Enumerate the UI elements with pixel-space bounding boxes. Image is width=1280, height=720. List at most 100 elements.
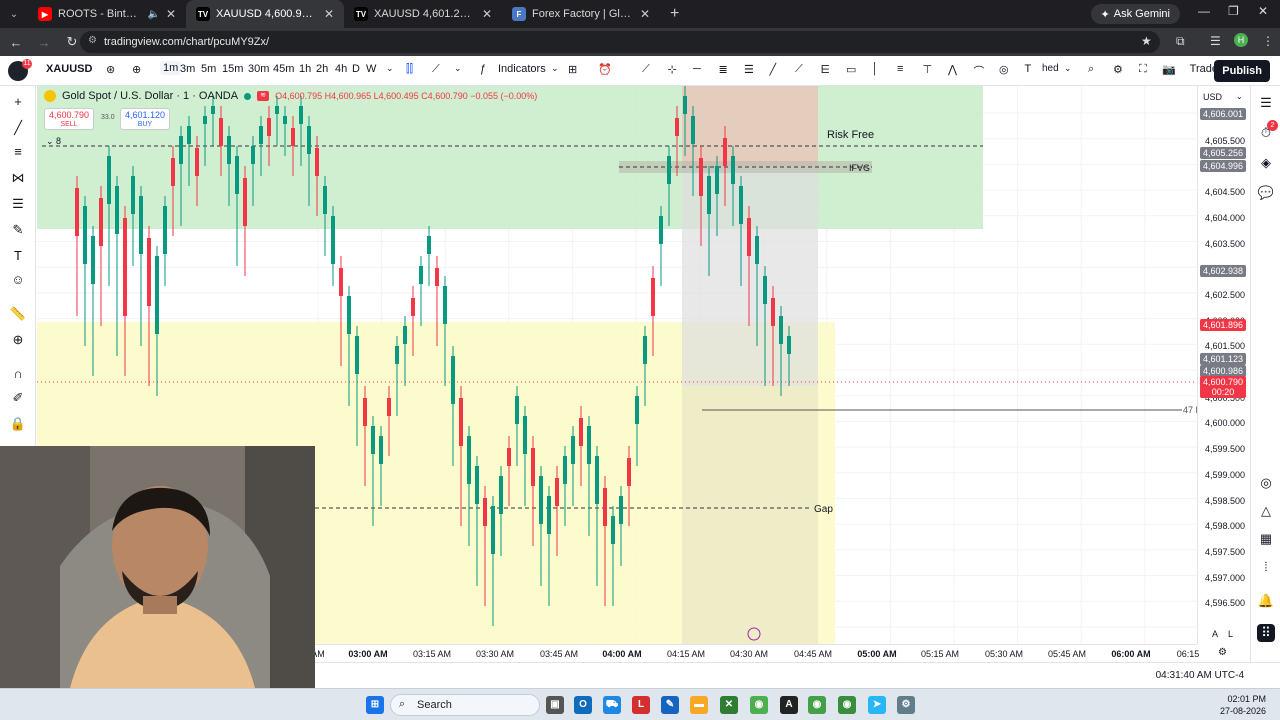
interval-45m[interactable]: 45m [273, 63, 294, 75]
indicators-icon[interactable]: ƒ [480, 63, 486, 75]
chrome-icon[interactable]: ◉ [750, 696, 768, 714]
pen-app-icon[interactable]: ✎ [661, 696, 679, 714]
calendar-icon[interactable]: ▦ [1257, 530, 1275, 548]
task-view-icon[interactable]: ▣ [546, 696, 564, 714]
fullscreen-icon[interactable]: ⛶ [1139, 63, 1147, 76]
snapshot-camera-icon[interactable]: 📷 [1162, 63, 1176, 76]
indicators-dropdown-icon[interactable]: ⌄ [551, 63, 559, 74]
settings-icon[interactable]: ⚙ [897, 696, 915, 714]
settings-gear-icon[interactable]: ⚙ [1113, 63, 1123, 76]
sell-button[interactable]: 4,600.790 SELL [44, 108, 94, 130]
interval-1m[interactable]: 1m [160, 61, 182, 75]
taskbar-search[interactable]: ⌕ Search [390, 694, 540, 716]
cross-line-icon[interactable]: ⊹ [668, 63, 677, 76]
extensions-icon[interactable]: ⧉ [1176, 34, 1185, 49]
windows-start-icon[interactable]: ⊞ [366, 696, 384, 714]
log-scale-button[interactable]: L [1228, 629, 1233, 639]
utc-clock[interactable]: 04:31:40 AM UTC-4 [1156, 670, 1244, 681]
publish-button[interactable]: Publish [1214, 60, 1270, 82]
pencil-lock-icon[interactable]: ✐ [8, 388, 28, 408]
legend-title[interactable]: Gold Spot / U.S. Dollar · 1 · OANDA [62, 90, 238, 102]
broadcast-icon[interactable]: ⦙ [1257, 558, 1275, 576]
layout-grid-icon[interactable]: ⊞ [568, 63, 577, 76]
currency-label[interactable]: USD [1203, 92, 1222, 102]
close-tab-icon[interactable]: ✕ [324, 7, 334, 21]
elliott-wave-icon[interactable]: ⋀ [948, 63, 957, 76]
browser-menu-icon[interactable]: ⋮ [1262, 34, 1274, 48]
browser-tab-tradingview[interactable]: TV XAUUSD 4,601.21 ▲+0.15% U ✕ [344, 0, 502, 28]
close-tab-icon[interactable]: ✕ [482, 7, 492, 21]
apps-grid-icon[interactable]: ⠿ [1257, 624, 1275, 642]
compare-symbol-icon[interactable]: ⊛ [106, 63, 115, 76]
auto-scale-button[interactable]: A [1212, 629, 1218, 639]
fib-retracement-icon[interactable]: ☰ [744, 63, 754, 76]
indicator-collapse-toggle[interactable]: ⌄ 8 [46, 136, 61, 147]
search-icon[interactable]: ⌕ [1088, 63, 1094, 76]
ray-icon[interactable]: ─ [693, 63, 701, 75]
chart-type-dropdown-icon[interactable]: ⌄ [454, 63, 462, 74]
path-icon[interactable]: ⟋ [795, 63, 803, 76]
parallel-channel-icon[interactable]: ≣ [719, 63, 728, 76]
interval-3m[interactable]: 3m [180, 63, 195, 75]
zoom-in-icon[interactable]: ⊕ [8, 330, 28, 350]
trend-line-icon[interactable]: ╱ [8, 118, 28, 138]
ask-gemini-button[interactable]: ✦ Ask Gemini [1090, 4, 1180, 24]
pitchfork-icon[interactable]: ⋿ [821, 63, 831, 76]
new-tab-button[interactable]: + [660, 5, 689, 23]
site-info-icon[interactable]: ⚙ [88, 35, 97, 46]
symbol-search-button[interactable]: XAUUSD [46, 63, 92, 75]
xbox-icon[interactable]: ✕ [720, 696, 738, 714]
interval-2h[interactable]: 2h [316, 63, 328, 75]
close-tab-icon[interactable]: ✕ [640, 7, 650, 21]
pattern-icon[interactable]: ⋈ [8, 168, 28, 188]
interval-4h[interactable]: 4h [335, 63, 347, 75]
profile-avatar[interactable]: H [1234, 33, 1248, 47]
crosshair-icon[interactable]: + [8, 92, 28, 112]
interval-15m[interactable]: 15m [222, 63, 243, 75]
vertical-line-icon[interactable]: │ [872, 63, 879, 75]
horizontal-lines-icon[interactable]: ≡ [8, 142, 28, 162]
minimize-icon[interactable]: — [1198, 4, 1210, 18]
store-icon[interactable]: ⛟ [603, 696, 621, 714]
file-explorer-icon[interactable]: ▬ [690, 696, 708, 714]
ruler-icon[interactable]: 📏 [8, 304, 28, 324]
chrome-alt-icon[interactable]: ◉ [838, 696, 856, 714]
alert-icon[interactable]: ⏰ [598, 63, 612, 76]
circle-icon[interactable]: ◎ [999, 63, 1009, 76]
brush-icon[interactable]: ✎ [8, 220, 28, 240]
layers-icon[interactable]: ◈ [1257, 154, 1275, 172]
browser-tab-forexfactory[interactable]: F Forex Factory | Global markets | ✕ [502, 0, 660, 28]
telegram-icon[interactable]: ➤ [868, 696, 886, 714]
line-chart-type-icon[interactable]: ⟋ [432, 63, 440, 76]
time-axis-settings-icon[interactable]: ⚙ [1218, 647, 1227, 658]
trend-angle-icon[interactable]: ⟋ [642, 63, 650, 76]
toolbar-dropdown-icon[interactable]: ⌄ [1064, 63, 1072, 74]
app-l-icon[interactable]: L [632, 696, 650, 714]
text-icon[interactable]: T [1025, 63, 1032, 75]
bell-icon[interactable]: 🔔 [1257, 592, 1275, 610]
price-axis[interactable]: USD ⌄ 4,606.0004,605.5004,605.0004,604.5… [1197, 86, 1250, 644]
tab-search-icon[interactable]: ⌄ [0, 0, 28, 28]
interval-W[interactable]: W [366, 63, 376, 75]
target-icon[interactable]: ◎ [1257, 474, 1275, 492]
interval-30m[interactable]: 30m [248, 63, 269, 75]
bookmark-star-icon[interactable]: ★ [1141, 34, 1152, 48]
url-field[interactable]: ⚙ tradingview.com/chart/pcuMY9Zx/ [80, 31, 1160, 53]
indicators-button[interactable]: Indicators [498, 63, 546, 75]
line-tool-icon[interactable]: ╱ [770, 63, 777, 76]
maximize-icon[interactable]: ❐ [1228, 4, 1239, 18]
long-position-icon[interactable]: ⊤ [923, 63, 933, 76]
chat-icon[interactable]: 💬 [1257, 184, 1275, 202]
buy-button[interactable]: 4,601.120 BUY [120, 108, 170, 130]
interval-D[interactable]: D [352, 63, 360, 75]
triangle-icon[interactable]: △ [1257, 502, 1275, 520]
magnet-icon[interactable]: ∩ [8, 364, 28, 384]
add-symbol-icon[interactable]: ⊕ [132, 63, 141, 76]
emoji-icon[interactable]: ☺ [8, 270, 28, 290]
interval-5m[interactable]: 5m [201, 63, 216, 75]
time-axis[interactable]: AM 03:00 AM 03:15 AM 03:30 AM 03:45 AM 04:00 … [311, 644, 1199, 662]
app-a-icon[interactable]: A [780, 696, 798, 714]
browser-tab-youtube[interactable]: ▶ ROOTS - Bintu Pabra & KP 🔈 ✕ [28, 0, 186, 28]
horizontal-ray-icon[interactable]: ≡ [897, 63, 903, 75]
outlook-icon[interactable]: O [574, 696, 592, 714]
